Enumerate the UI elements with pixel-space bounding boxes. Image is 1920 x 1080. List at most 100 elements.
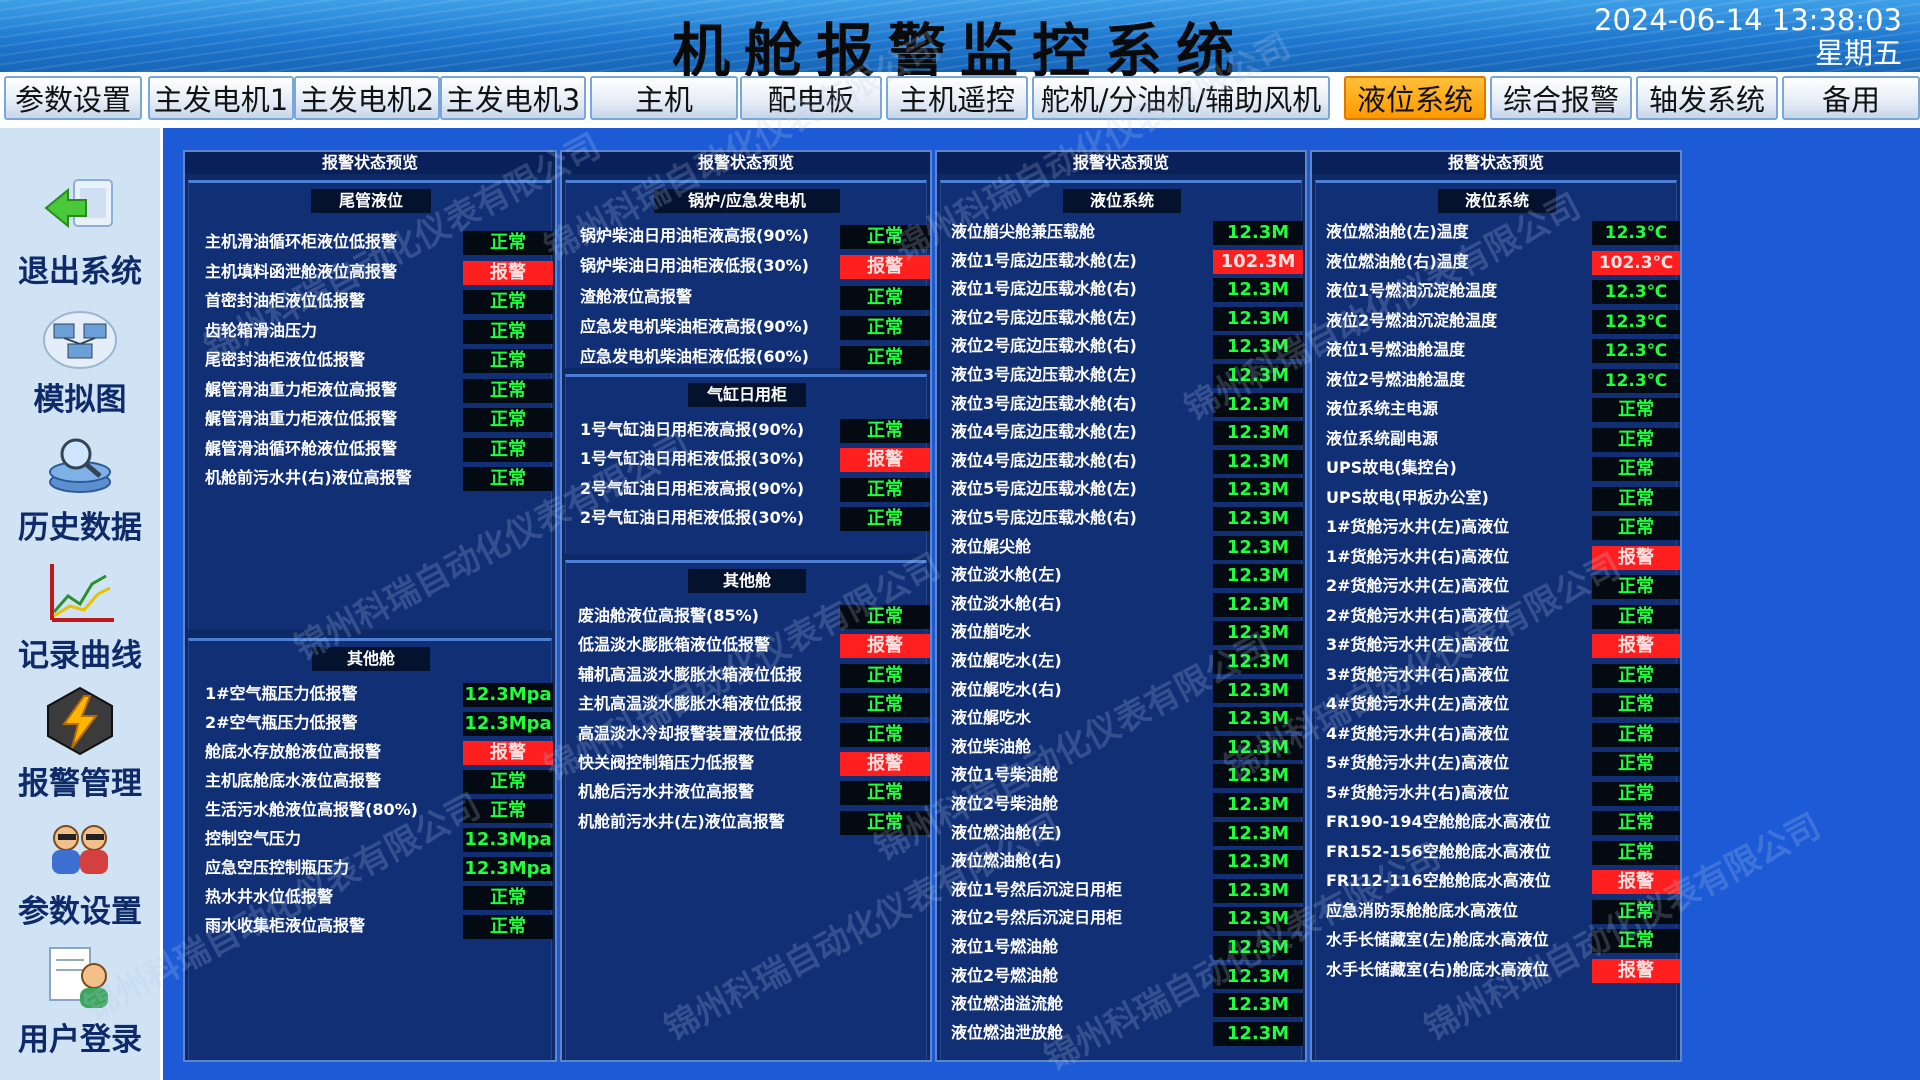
- sidebar-item-0[interactable]: 退出系统: [0, 174, 160, 302]
- status-label: 齿轮箱滑油压力: [205, 320, 318, 340]
- status-label: 液位艉吃水(右): [951, 679, 1062, 699]
- status-label: 雨水收集柜液位高报警: [205, 916, 366, 935]
- status-value-badge: 12.3M: [1213, 650, 1303, 674]
- sidebar: 退出系统 模拟图 历史数据 记录曲线 报警管理参数设置用户登录: [0, 128, 160, 1080]
- status-label: 液位燃油舱(左)温度: [1326, 222, 1469, 241]
- status-row: 齿轮箱滑油压力 正常: [189, 318, 553, 344]
- alarm-panel-1: 报警状态预览 锅炉/应急发电机 锅炉柴油日用油柜液高报(90%) 正常 锅炉柴油日用油柜…: [560, 150, 932, 1062]
- status-value-badge: 12.3M: [1213, 1021, 1303, 1046]
- status-label: 液位淡水舱(左): [951, 565, 1062, 585]
- status-value-badge: 12.3M: [1213, 878, 1303, 903]
- status-label: 2号气缸油日用柜液低报(30%): [580, 507, 805, 527]
- status-value-badge: 12.3M: [1213, 421, 1303, 446]
- status-value-badge: 正常: [463, 319, 553, 344]
- status-row: 液位1号燃油舱 12.3M: [941, 934, 1303, 960]
- status-alarm-badge: 报警: [840, 255, 930, 280]
- status-label: 锅炉柴油日用油柜液高报(90%): [580, 226, 809, 245]
- tab-11[interactable]: 备用: [1782, 76, 1920, 120]
- status-label: 液位淡水舱(右): [951, 593, 1062, 613]
- status-label: 液位燃油溢流舱: [951, 994, 1064, 1014]
- sidebar-item-2[interactable]: 历史数据: [0, 430, 160, 558]
- status-row: 4#货舱污水井(左)高液位 正常: [1316, 691, 1680, 717]
- sidebar-item-4[interactable]: 报警管理: [0, 686, 160, 814]
- sidebar-item-1[interactable]: 模拟图: [0, 302, 160, 430]
- status-row: 液位艉吃水 12.3M: [941, 705, 1303, 732]
- status-label: 机舱前污水井(左)液位高报警: [578, 811, 785, 831]
- tab-0[interactable]: 参数设置: [4, 76, 142, 120]
- status-label: 液位5号底边压载水舱(右): [951, 508, 1137, 527]
- status-label: 液位2号燃油沉淀舱温度: [1326, 310, 1498, 330]
- status-value-badge: 正常: [1592, 781, 1680, 806]
- status-label: 液位3号底边压载水舱(左): [951, 365, 1137, 384]
- status-label: 应急消防泵舱舱底水高液位: [1326, 900, 1519, 920]
- status-label: 渣舱液位高报警: [580, 286, 693, 306]
- status-alarm-badge: 102.3℃: [1592, 250, 1680, 275]
- status-value-badge: 12.3M: [1213, 821, 1303, 846]
- sidebar-label: 参数设置: [18, 894, 142, 930]
- status-row: 液位淡水舱(右) 12.3M: [941, 591, 1303, 617]
- status-row: 应急空压控制瓶压力 12.3Mpa: [189, 855, 553, 881]
- status-value-badge: 正常: [463, 915, 553, 939]
- status-value-badge: 12.3M: [1213, 735, 1303, 760]
- status-row: 首密封油柜液位低报警 正常: [189, 288, 553, 314]
- status-row: 机舱后污水井液位高报警 正常: [566, 779, 930, 806]
- tab-5[interactable]: 配电板: [740, 76, 882, 120]
- status-row: 液位燃油舱(右) 12.3M: [941, 848, 1303, 875]
- tab-4[interactable]: 主机: [590, 76, 738, 120]
- status-label: 主机填料函泄舱液位高报警: [205, 261, 398, 281]
- panel-section: 气缸日用柜 1号气缸油日用柜液高报(90%) 正常 1号气缸油日用柜液低报(30%) 报…: [565, 374, 930, 554]
- sidebar-item-6[interactable]: 用户登录: [0, 942, 160, 1070]
- status-row: 3#货舱污水井(右)高液位 正常: [1316, 662, 1680, 688]
- status-value-badge: 正常: [463, 799, 553, 823]
- status-row: 机舱前污水井(右)液位高报警 正常: [189, 465, 553, 491]
- status-value-badge: 12.3M: [1213, 621, 1303, 646]
- tab-3[interactable]: 主发电机3: [440, 76, 586, 120]
- status-value-badge: 正常: [840, 225, 930, 249]
- status-alarm-badge: 102.3M: [1213, 249, 1303, 274]
- status-value-badge: 12.3M: [1213, 335, 1303, 360]
- status-row: 液位5号底边压载水舱(左) 12.3M: [941, 476, 1303, 503]
- status-value-badge: 正常: [840, 506, 930, 531]
- status-row: 液位2号燃油舱 12.3M: [941, 963, 1303, 989]
- status-label: 液位4号底边压载水舱(右): [951, 450, 1137, 470]
- status-value-badge: 正常: [463, 378, 553, 403]
- tab-2[interactable]: 主发电机2: [294, 76, 440, 120]
- status-label: 液位2号底边压载水舱(右): [951, 336, 1137, 356]
- tab-1[interactable]: 主发电机1: [148, 76, 294, 120]
- alarm-panel-3: 报警状态预览 液位系统 液位燃油舱(左)温度 12.3℃ 液位燃油舱(右)温度 102.3…: [1310, 150, 1682, 1062]
- header-bar: 机舱报警监控系统 2024-06-14 13:38:03 星期五: [0, 0, 1920, 85]
- status-label: 液位系统副电源: [1326, 428, 1439, 448]
- status-row: 辅机高温淡水膨胀水箱液位低报 正常: [566, 662, 930, 688]
- status-row: 主机底舱底水液位高报警 正常: [189, 768, 553, 794]
- status-label: 高温淡水冷却报警装置液位低报: [578, 723, 803, 743]
- status-row: 水手长储藏室(左)舱底水高液位 正常: [1316, 927, 1680, 953]
- tab-7[interactable]: 舵机/分油机/辅助风机: [1032, 76, 1330, 120]
- status-label: 水手长储藏室(左)舱底水高液位: [1326, 930, 1549, 949]
- alarm-panel-2: 报警状态预览 液位系统 液位艏尖舱兼压载舱 12.3M 液位1号底边压载水舱(左) 102…: [935, 150, 1307, 1062]
- tab-9[interactable]: 综合报警: [1490, 76, 1632, 120]
- status-label: 首密封油柜液位低报警: [205, 291, 366, 310]
- sidebar-item-3[interactable]: 记录曲线: [0, 558, 160, 686]
- status-label: 液位4号底边压载水舱(左): [951, 422, 1137, 442]
- tab-10[interactable]: 轴发系统: [1636, 76, 1778, 120]
- status-value-badge: 正常: [1592, 752, 1680, 776]
- status-value-badge: 正常: [463, 290, 553, 314]
- status-label: 液位艉尖舱: [951, 536, 1032, 556]
- status-label: 液位1号燃油沉淀舱温度: [1326, 281, 1498, 300]
- status-label: 液位系统主电源: [1326, 399, 1439, 418]
- status-label: 生活污水舱液位高报警(80%): [205, 800, 418, 819]
- tab-6[interactable]: 主机遥控: [886, 76, 1028, 120]
- tab-8[interactable]: 液位系统: [1344, 76, 1486, 120]
- status-label: 液位5号底边压载水舱(左): [951, 479, 1137, 499]
- sidebar-item-5[interactable]: 参数设置: [0, 814, 160, 942]
- status-row: 2号气缸油日用柜液高报(90%) 正常: [566, 476, 930, 502]
- weekday: 星期五: [1814, 36, 1902, 70]
- status-value-badge: 正常: [1592, 575, 1680, 599]
- status-row: 液位2号柴油舱 12.3M: [941, 791, 1303, 817]
- status-label: 机舱后污水井液位高报警: [578, 782, 755, 802]
- status-row: 1#货舱污水井(右)高液位 报警: [1316, 544, 1680, 570]
- status-label: 辅机高温淡水膨胀水箱液位低报: [578, 664, 803, 684]
- status-value-badge: 12.3Mpa: [463, 683, 553, 707]
- status-alarm-badge: 报警: [1592, 958, 1680, 983]
- status-value-badge: 正常: [463, 437, 553, 462]
